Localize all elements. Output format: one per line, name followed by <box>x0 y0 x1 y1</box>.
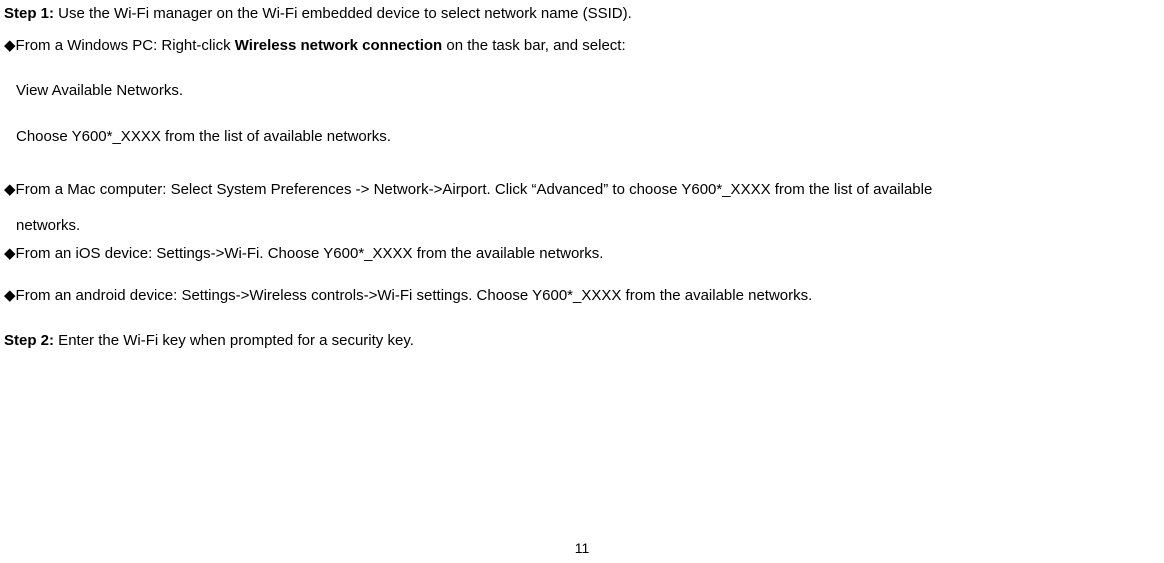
android-bullet-line: ◆From an android device: Settings->Wirel… <box>4 286 1160 306</box>
ios-text: From an iOS device: Settings->Wi-Fi. Cho… <box>16 245 604 262</box>
diamond-bullet-icon: ◆ <box>4 245 16 262</box>
step1-label: Step 1: <box>4 5 54 22</box>
windows-sub2: Choose Y600*_XXXX from the list of avail… <box>16 127 1160 147</box>
windows-intro-bold: Wireless network connection <box>235 37 442 54</box>
step2-text: Enter the Wi-Fi key when prompted for a … <box>54 332 414 349</box>
android-text: From an android device: Settings->Wirele… <box>16 287 813 304</box>
diamond-bullet-icon: ◆ <box>4 181 16 198</box>
step1-line: Step 1: Use the Wi-Fi manager on the Wi-… <box>4 4 1160 24</box>
diamond-bullet-icon: ◆ <box>4 287 16 304</box>
diamond-bullet-icon: ◆ <box>4 37 16 54</box>
ios-bullet-line: ◆From an iOS device: Settings->Wi-Fi. Ch… <box>4 244 1160 264</box>
mac-line2: networks. <box>16 217 80 234</box>
page-number: 11 <box>0 539 1164 557</box>
step1-text: Use the Wi-Fi manager on the Wi-Fi embed… <box>54 5 632 22</box>
windows-intro-pre: From a Windows PC: Right-click <box>16 37 235 54</box>
windows-sub1: View Available Networks. <box>16 81 1160 101</box>
windows-bullet-line: ◆From a Windows PC: Right-click Wireless… <box>4 36 1160 56</box>
step2-line: Step 2: Enter the Wi-Fi key when prompte… <box>4 331 1160 351</box>
mac-line1: From a Mac computer: Select System Prefe… <box>16 181 933 198</box>
windows-intro-post: on the task bar, and select: <box>442 37 625 54</box>
mac-bullet-block: ◆From a Mac computer: Select System Pref… <box>4 172 1160 244</box>
step2-label: Step 2: <box>4 332 54 349</box>
